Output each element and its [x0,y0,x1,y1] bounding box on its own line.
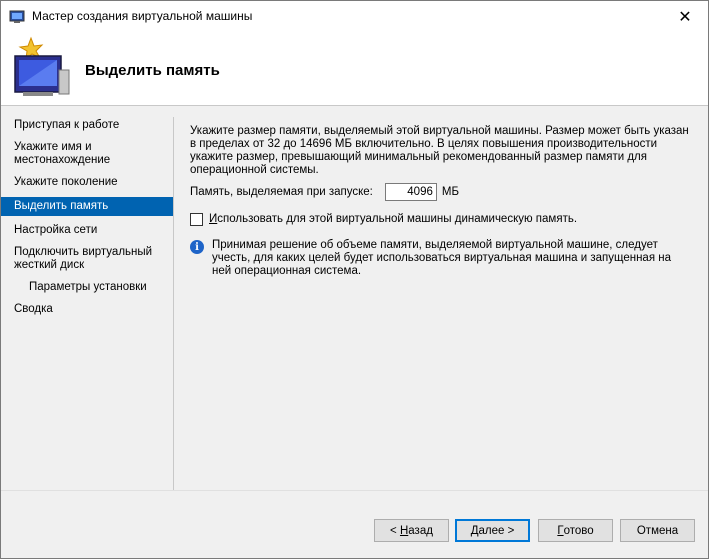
nav-item-summary[interactable]: Сводка [1,302,173,317]
nav-item-before-you-begin[interactable]: Приступая к работе [1,118,173,133]
nav-item-label: Настройка сети [14,224,98,236]
nav-item-assign-memory[interactable]: Выделить память [1,197,173,216]
dynamic-memory-checkbox[interactable] [190,213,203,226]
back-button-label: азад [408,524,433,537]
back-button-prefix: < [390,524,400,537]
nav-item-label: Параметры установки [29,281,147,293]
dynamic-memory-label: Использовать для этой виртуальной машины… [209,213,577,226]
cancel-button-label: Отмена [636,524,679,537]
title-bar: Мастер создания виртуальной машины ✕ [1,1,708,32]
next-button-access-key: Д [470,524,479,537]
memory-description: Укажите размер памяти, выделяемый этой в… [190,125,689,176]
close-button[interactable]: ✕ [662,1,708,32]
startup-memory-input[interactable] [384,183,437,201]
finish-button[interactable]: Готово [538,519,613,542]
wizard-nav: Приступая к работе Укажите имя и местона… [1,118,173,324]
memory-info-note: i Принимая решение об объеме памяти, выд… [190,239,687,278]
dynamic-memory-option[interactable]: Использовать для этой виртуальной машины… [190,213,577,226]
memory-info-text: Принимая решение об объеме памяти, выдел… [212,239,671,277]
next-button[interactable]: Далее > [455,519,530,542]
finish-button-label: отово [563,524,594,537]
nav-item-label: Сводка [14,303,53,315]
next-button-label: алее > [478,524,515,537]
memory-unit: МБ [441,185,460,198]
nav-item-networking[interactable]: Настройка сети [1,223,173,238]
nav-item-label: Подключить виртуальный жесткий диск [14,246,153,271]
nav-item-label: Приступая к работе [14,119,120,131]
window-title: Мастер создания виртуальной машины [32,9,253,23]
back-button-access-key: Н [399,524,409,537]
wizard-header: Выделить память [1,32,708,106]
nav-item-label: Укажите имя и местонахождение [14,141,111,166]
cancel-button[interactable]: Отмена [620,519,695,542]
back-button[interactable]: < Назад [374,519,449,542]
nav-item-name-location[interactable]: Укажите имя и местонахождение [1,140,144,168]
nav-item-label: Выделить память [14,200,109,212]
nav-divider [173,117,174,490]
startup-memory-label: Память, выделяемая при запуске: [190,185,373,198]
nav-item-installation-options[interactable]: Параметры установки [1,280,173,295]
nav-item-connect-vhd[interactable]: Подключить виртуальный жесткий диск [1,245,154,273]
close-icon: ✕ [678,8,692,26]
footer-separator [1,490,708,491]
hyperv-app-icon [9,10,25,23]
memory-page-content: Укажите размер памяти, выделяемый этой в… [190,125,695,277]
wizard-window: Мастер создания виртуальной машины ✕ Выд… [0,0,709,559]
page-title: Выделить память [85,62,220,79]
info-icon: i [190,240,204,254]
dynamic-memory-label-text: спользовать для этой виртуальной машины … [217,213,578,225]
virtual-machine-wizard-icon [14,36,70,96]
nav-item-generation[interactable]: Укажите поколение [1,175,173,190]
nav-item-label: Укажите поколение [14,176,118,188]
startup-memory-row: Память, выделяемая при запуске: МБ [190,183,459,201]
